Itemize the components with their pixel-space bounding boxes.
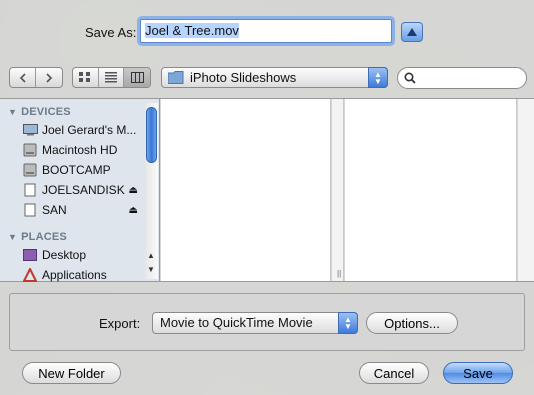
sidebar-item-applications[interactable]: Applications: [22, 266, 140, 284]
list-view-icon: [105, 72, 117, 83]
sidebar-item-san[interactable]: SAN ⏏: [22, 201, 140, 219]
back-button[interactable]: [10, 68, 36, 87]
export-format-popup[interactable]: Movie to QuickTime Movie ▲ ▼: [152, 312, 358, 334]
disclosure-triangle-icon: ▼: [8, 232, 18, 242]
back-forward-control: [9, 67, 63, 88]
sidebar-item-bootcamp[interactable]: BOOTCAMP: [22, 161, 140, 179]
scroll-up-arrow-icon[interactable]: ▲: [147, 251, 155, 260]
sidebar-item-computer[interactable]: Joel Gerard's M...: [22, 121, 140, 139]
sidebar-item-label: Macintosh HD: [42, 143, 118, 157]
options-button[interactable]: Options...: [366, 312, 458, 334]
search-field[interactable]: [397, 67, 527, 89]
popup-arrows-icon: ▲ ▼: [338, 312, 358, 334]
desktop-icon: [22, 248, 38, 262]
location-label: iPhoto Slideshows: [190, 70, 297, 85]
sidebar-item-desktop[interactable]: Desktop: [22, 246, 140, 264]
icon-view-icon: [79, 72, 91, 82]
computer-icon: [22, 123, 38, 137]
sidebar-item-label: Desktop: [42, 248, 87, 262]
save-as-label: Save As:: [85, 25, 137, 40]
icon-view-button[interactable]: [73, 68, 99, 87]
browser-column[interactable]: [345, 99, 517, 281]
sidebar-item-label: SAN: [42, 203, 67, 217]
cancel-button[interactable]: Cancel: [359, 362, 429, 384]
scroll-down-arrow-icon[interactable]: ▼: [147, 265, 155, 274]
sidebar-item-label: BOOTCAMP: [42, 163, 111, 177]
sidebar-item-label: Joel Gerard's M...: [42, 123, 137, 137]
chevron-left-icon: [19, 72, 26, 83]
sidebar-item-label: Applications: [42, 268, 107, 282]
triangle-up-icon: [407, 28, 417, 36]
sidebar-scrollbar[interactable]: ▲ ▼: [145, 103, 158, 279]
places-header[interactable]: ▼ PLACES: [8, 231, 67, 243]
eject-icon[interactable]: ⏏: [129, 185, 138, 196]
view-mode-control: [72, 67, 151, 88]
export-accessory-panel: Export: Movie to QuickTime Movie ▲ ▼ Opti…: [9, 293, 525, 351]
save-button[interactable]: Save: [443, 362, 513, 384]
sidebar-item-macintosh-hd[interactable]: Macintosh HD: [22, 141, 140, 159]
removable-disk-icon: [22, 203, 38, 217]
browser-column[interactable]: [161, 99, 331, 281]
export-label: Export:: [99, 316, 141, 331]
column-view-icon: [130, 72, 144, 83]
places-header-label: PLACES: [21, 231, 67, 243]
applications-icon: [22, 268, 38, 282]
export-format-value: Movie to QuickTime Movie: [160, 315, 313, 330]
chevron-right-icon: [46, 72, 53, 83]
search-icon: [404, 72, 416, 84]
removable-disk-icon: [22, 183, 38, 197]
column-resize-grip-icon[interactable]: ||: [337, 269, 341, 278]
column-separator[interactable]: [518, 99, 534, 281]
disclosure-triangle-icon: ▼: [8, 107, 18, 117]
forward-button[interactable]: [36, 68, 62, 87]
hard-disk-icon: [22, 163, 38, 177]
sidebar-item-label: JOELSANDISK: [42, 183, 125, 197]
sidebar: ▼ DEVICES Joel Gerard's M... Macintosh HD…: [0, 99, 160, 284]
devices-header[interactable]: ▼ DEVICES: [8, 106, 71, 118]
sidebar-item-joelsandisk[interactable]: JOELSANDISK ⏏: [22, 181, 140, 199]
navigation-toolbar: iPhoto Slideshows ▲ ▼: [0, 66, 534, 92]
list-view-button[interactable]: [99, 68, 125, 87]
eject-icon[interactable]: ⏏: [129, 205, 138, 216]
file-name-value: Joel & Tree.mov: [145, 23, 239, 38]
file-name-field[interactable]: Joel & Tree.mov: [140, 19, 392, 43]
location-popup[interactable]: iPhoto Slideshows ▲ ▼: [161, 67, 388, 88]
column-separator[interactable]: [332, 99, 344, 281]
save-dialog: Save As: Joel & Tree.mov iPhoto Slidesho…: [0, 0, 534, 395]
collapse-dialog-button[interactable]: [401, 22, 423, 42]
new-folder-button[interactable]: New Folder: [22, 362, 121, 384]
folder-icon: [168, 71, 184, 84]
popup-arrows-icon: ▲ ▼: [368, 67, 388, 88]
file-browser: ▼ DEVICES Joel Gerard's M... Macintosh HD…: [0, 98, 534, 282]
save-as-row: Save As: Joel & Tree.mov: [0, 17, 534, 47]
scrollbar-thumb[interactable]: [146, 107, 157, 163]
hard-disk-icon: [22, 143, 38, 157]
column-view-button[interactable]: [124, 68, 150, 87]
devices-header-label: DEVICES: [21, 106, 71, 118]
